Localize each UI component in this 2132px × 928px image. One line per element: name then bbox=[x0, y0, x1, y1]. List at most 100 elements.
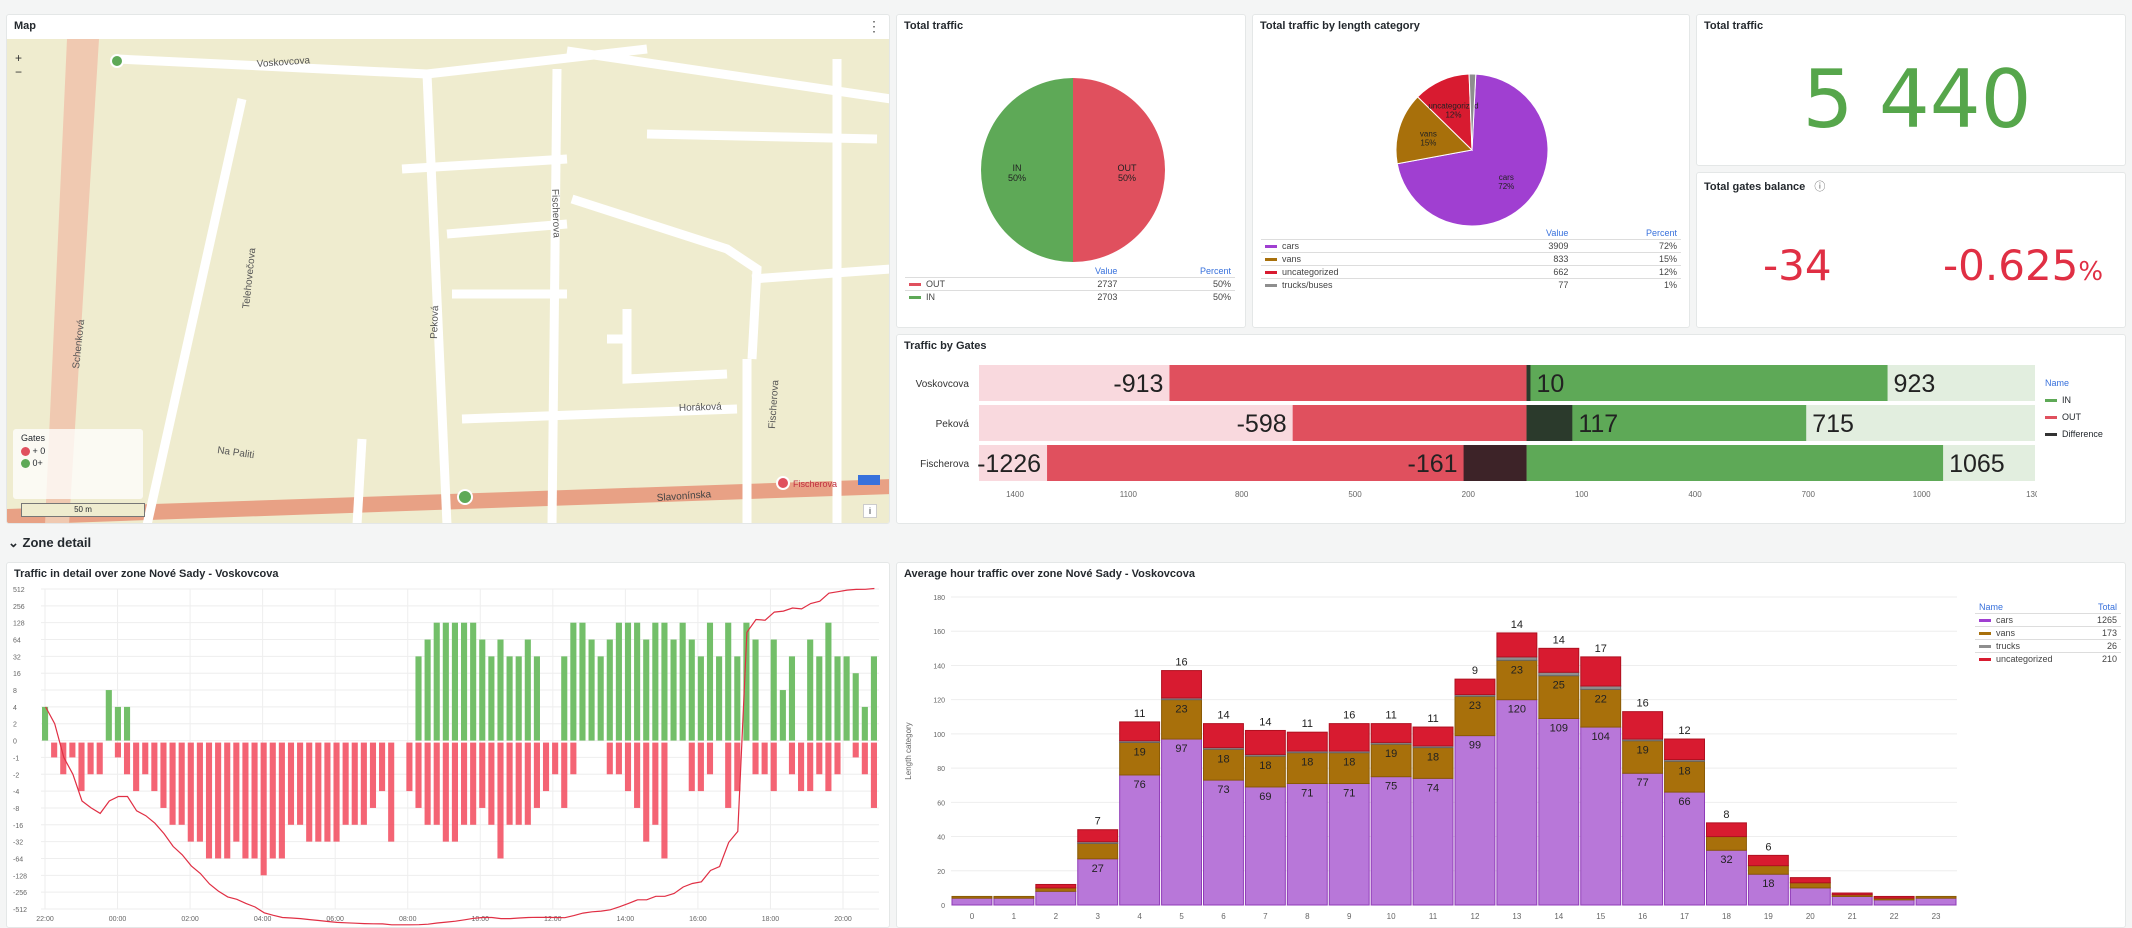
bar-uncategorized bbox=[1622, 711, 1664, 740]
detail-bar-chart[interactable]: 512 256 128 64 32 16 8 4 2 0 -1 -2 -4 -8 -16 -32 -64 -128… bbox=[7, 583, 890, 928]
legend-row[interactable]: cars 3909 72% bbox=[1261, 239, 1681, 253]
legend-row[interactable]: trucks 26 bbox=[1975, 639, 2121, 653]
bar-out bbox=[388, 742, 395, 842]
bar-out bbox=[215, 742, 222, 859]
bar-vans bbox=[993, 895, 1035, 899]
bar-in bbox=[506, 656, 513, 741]
hourly-legend: Name Total cars 1265 vans 173 trucks 26 unca… bbox=[1975, 601, 2121, 665]
bar-out bbox=[524, 742, 531, 825]
row-collapse-zone-detail[interactable]: ⌄ Zone detail bbox=[8, 535, 91, 551]
legend-item[interactable]: Difference bbox=[2045, 426, 2103, 443]
bar-cars bbox=[1831, 895, 1873, 906]
info-icon[interactable]: ⓘ bbox=[1814, 181, 1825, 193]
length-pie-chart[interactable]: cars72%vans15%uncategorized12% bbox=[1253, 35, 1690, 245]
legend-name: cars bbox=[1282, 241, 1300, 251]
bar-in bbox=[615, 622, 622, 741]
legend-row[interactable]: vans 833 15% bbox=[1261, 252, 1681, 266]
bar-cars bbox=[951, 897, 993, 906]
bar-out bbox=[570, 742, 577, 775]
data-label-cars: 18 bbox=[1762, 878, 1774, 890]
bar-in bbox=[606, 639, 613, 741]
legend-row[interactable]: uncategorized 210 bbox=[1975, 652, 2121, 666]
y-axis-label: Length category bbox=[904, 722, 913, 779]
pie-chart[interactable]: IN 50% OUT 50% bbox=[897, 35, 1246, 265]
map-panel: Map ⋮ Voskovcova Schenková Telehovečova … bbox=[6, 14, 890, 524]
bar-in bbox=[597, 656, 604, 741]
legend-header-percent: Percent bbox=[1645, 228, 1677, 238]
bar-in bbox=[643, 639, 650, 741]
x-tick: 100 bbox=[1575, 490, 1589, 499]
total-traffic-value: 5 440 bbox=[1802, 53, 2032, 146]
panel-menu-icon[interactable]: ⋮ bbox=[867, 18, 881, 35]
value-label-in: 923 bbox=[1894, 370, 1936, 398]
data-label-uncategorized: 11 bbox=[1134, 708, 1145, 720]
legend-row[interactable]: trucks/buses 77 1% bbox=[1261, 278, 1681, 292]
balance-percent-value: -0.625 bbox=[1943, 241, 2079, 290]
zoom-in-button[interactable]: + bbox=[15, 51, 22, 65]
legend-value: 662 bbox=[1553, 267, 1569, 277]
legend-percent: 72% bbox=[1658, 241, 1677, 251]
data-label-uncategorized: 12 bbox=[1678, 725, 1690, 737]
value-label-in: 715 bbox=[1812, 410, 1854, 438]
traffic-by-gates-panel: Traffic by Gates Voskovcova -913 923 10 Peko… bbox=[896, 334, 2126, 524]
bar-out bbox=[287, 742, 295, 825]
gates-bar-chart[interactable]: Voskovcova -913 923 10 Peková -598 715 117 Fisch… bbox=[897, 345, 2037, 524]
bar-out bbox=[96, 742, 103, 775]
hourly-stacked-chart[interactable]: 180160140120100806040200Length category0… bbox=[897, 583, 1967, 928]
x-tick: 14 bbox=[1554, 912, 1563, 921]
y-tick: 16 bbox=[13, 671, 21, 678]
street-label: Fischerova bbox=[549, 189, 562, 239]
bar-uncategorized bbox=[1831, 892, 1873, 896]
bar-out bbox=[497, 742, 504, 859]
bar-out bbox=[406, 742, 413, 792]
bar-out bbox=[825, 742, 832, 792]
legend-name: OUT bbox=[926, 279, 945, 289]
bar-out bbox=[624, 742, 632, 792]
bar-cars bbox=[1622, 772, 1664, 906]
legend-row[interactable]: cars 1265 bbox=[1975, 613, 2121, 627]
bar-cars bbox=[1496, 699, 1538, 906]
total-traffic-pie-panel: Total traffic IN 50% OUT 50% Value Percen… bbox=[896, 14, 1246, 328]
legend-value: 3909 bbox=[1548, 241, 1569, 251]
y-tick: 160 bbox=[933, 629, 945, 636]
zoom-out-button[interactable]: − bbox=[15, 65, 22, 79]
bar-uncategorized bbox=[1286, 731, 1328, 752]
out-dot-icon bbox=[21, 447, 30, 457]
bar-out bbox=[351, 742, 358, 825]
bar-out bbox=[178, 742, 185, 825]
bar-in bbox=[524, 639, 531, 741]
bar-out bbox=[561, 742, 568, 808]
y-tick: 60 bbox=[937, 800, 945, 807]
map-scale: 50 m bbox=[21, 503, 145, 517]
value-label-in: 1065 bbox=[1949, 450, 2005, 478]
bar-in bbox=[451, 622, 458, 741]
bar-in bbox=[670, 639, 677, 741]
bar-in bbox=[679, 622, 686, 741]
legend-row[interactable]: uncategorized 662 12% bbox=[1261, 265, 1681, 279]
legend-row[interactable]: IN 2703 50% bbox=[905, 290, 1235, 304]
data-label-cars: 71 bbox=[1301, 788, 1313, 800]
x-tick: 11 bbox=[1429, 912, 1438, 921]
bar-difference bbox=[1526, 365, 1531, 401]
bar-cars bbox=[1161, 738, 1203, 906]
bar-uncategorized bbox=[1873, 895, 1915, 899]
data-label-vans: 23 bbox=[1469, 700, 1481, 712]
legend-row[interactable]: OUT 2737 50% bbox=[905, 277, 1235, 291]
bar-cars bbox=[1286, 783, 1328, 906]
bar-in bbox=[1526, 365, 1888, 401]
data-label-vans: 18 bbox=[1259, 760, 1271, 772]
data-label-uncategorized: 7 bbox=[1095, 816, 1101, 828]
data-label-uncategorized: 6 bbox=[1765, 841, 1771, 853]
legend-row[interactable]: vans 173 bbox=[1975, 626, 2121, 640]
legend-item[interactable]: IN bbox=[2045, 392, 2103, 409]
bar-trucks bbox=[1580, 685, 1622, 690]
bar-out bbox=[1292, 405, 1527, 441]
legend-item[interactable]: OUT bbox=[2045, 409, 2103, 426]
x-tick: 16 bbox=[1638, 912, 1647, 921]
y-tick: 8 bbox=[13, 688, 17, 695]
info-button[interactable]: i bbox=[863, 504, 877, 518]
bar-trucks bbox=[1538, 671, 1580, 677]
bar-out bbox=[114, 742, 121, 758]
bar-uncategorized bbox=[1244, 729, 1286, 755]
map-legend-title: Gates bbox=[21, 433, 46, 443]
